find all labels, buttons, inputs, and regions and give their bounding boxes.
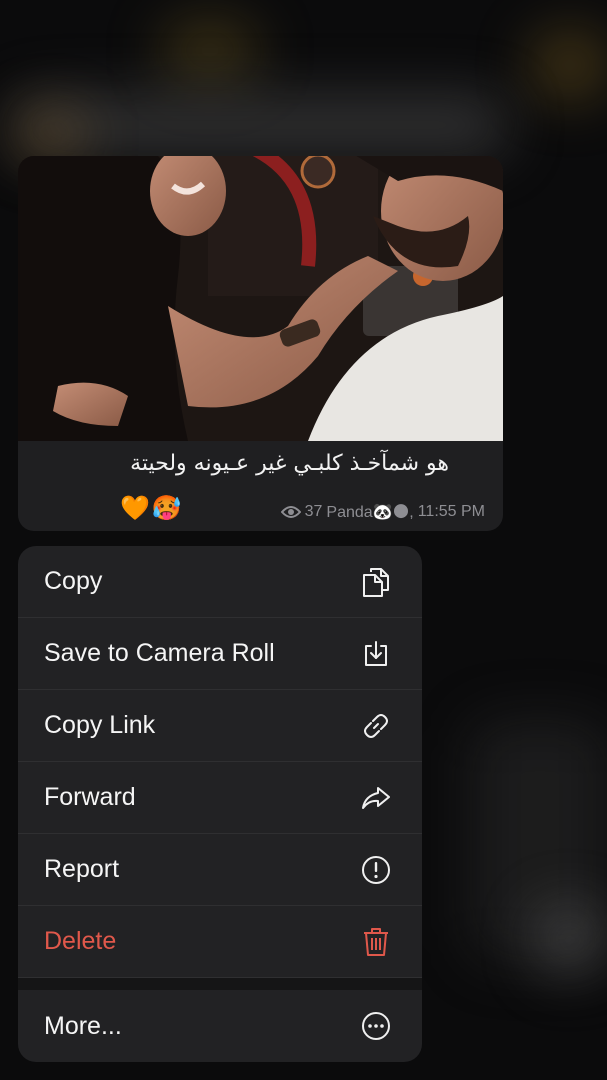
trash-icon [360, 926, 392, 958]
menu-item-label: Forward [44, 783, 136, 811]
copy-icon [360, 566, 392, 598]
menu-item-label: Copy [44, 567, 103, 595]
forward-arrow-icon [360, 782, 392, 814]
context-menu: Copy Save to Camera Roll Copy Link Forwa… [18, 546, 422, 1062]
author-signature: Panda🐼🌑, [326, 504, 414, 521]
menu-separator [18, 978, 422, 990]
menu-item-label: Save to Camera Roll [44, 639, 275, 667]
save-download-icon [360, 638, 392, 670]
message-meta: 37 Panda🐼🌑, 11:55 PM [280, 502, 485, 522]
link-icon [360, 710, 392, 742]
more-ellipsis-icon [360, 1010, 392, 1042]
menu-item-forward[interactable]: Forward [18, 762, 422, 834]
views-count: 37 [304, 503, 323, 520]
message-footer: 🧡🥵 37 Panda🐼🌑, 11:55 PM [18, 494, 503, 528]
views-eye-icon [280, 505, 301, 519]
message-photo[interactable] [18, 156, 503, 441]
menu-item-report[interactable]: Report [18, 834, 422, 906]
menu-item-label: Report [44, 855, 120, 883]
menu-item-label: Delete [44, 927, 117, 955]
exclamation-circle-icon [360, 854, 392, 886]
message-caption: هو شمآخـذ كلبـي غير عـيونه ولحيتة [130, 451, 449, 476]
menu-item-delete[interactable]: Delete [18, 906, 422, 978]
menu-item-label: Copy Link [44, 711, 156, 739]
menu-item-save-to-camera-roll[interactable]: Save to Camera Roll [18, 618, 422, 690]
menu-item-more[interactable]: More... [18, 990, 422, 1062]
caption-emojis: 🧡🥵 [120, 495, 184, 522]
menu-item-label: More... [44, 1011, 122, 1040]
menu-item-copy-link[interactable]: Copy Link [18, 690, 422, 762]
message-bubble[interactable]: هو شمآخـذ كلبـي غير عـيونه ولحيتة 🧡🥵 37 … [18, 156, 503, 531]
message-time: 11:55 PM [417, 503, 485, 520]
menu-item-copy[interactable]: Copy [18, 546, 422, 618]
